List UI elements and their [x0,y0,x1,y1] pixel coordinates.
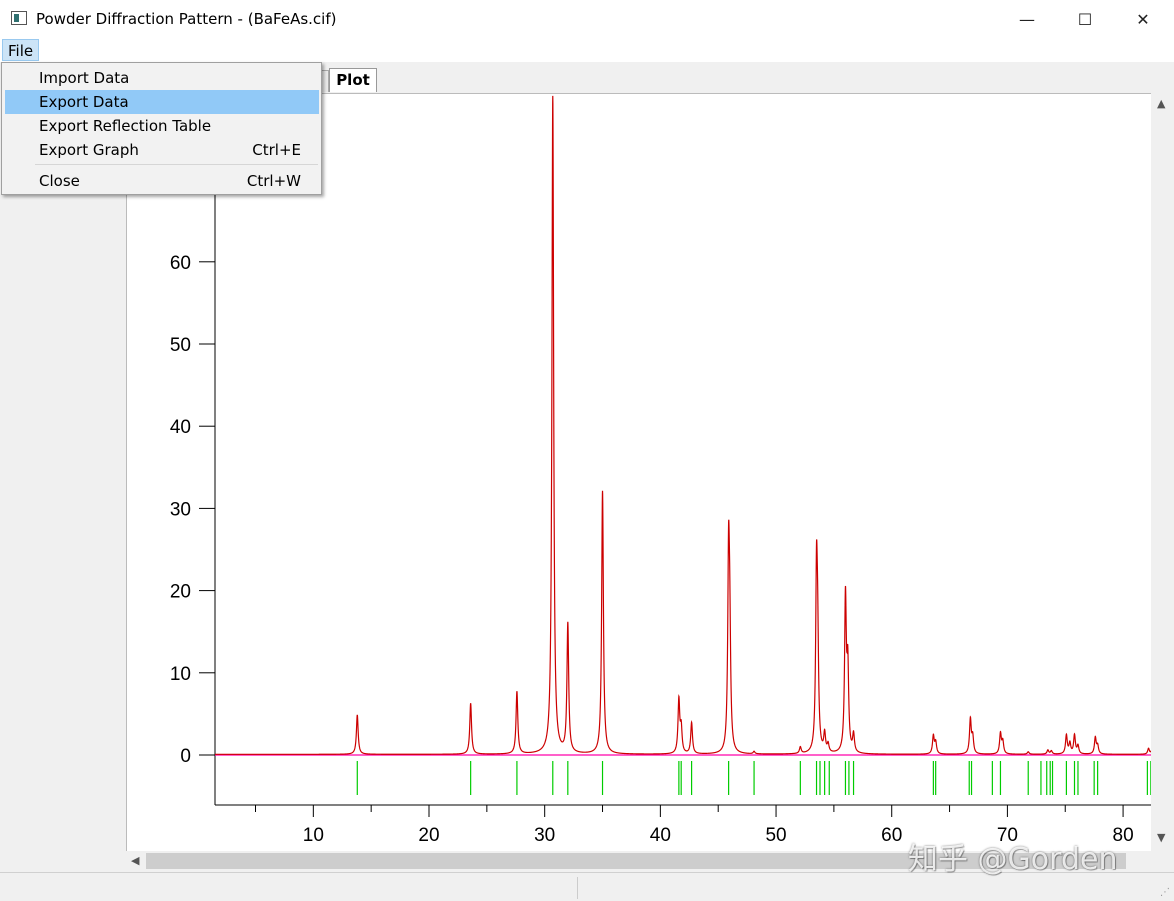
y-tick-label: 20 [170,582,191,603]
scroll-up-icon[interactable]: ▲ [1157,97,1165,110]
menu-item-import-data[interactable]: Import Data [5,66,319,90]
menu-item-export-reflection-table[interactable]: Export Reflection Table [5,114,319,138]
x-tick-label: 30 [534,825,555,846]
menu-item-label: Export Data [39,93,129,111]
maximize-icon: ☐ [1077,9,1093,29]
menu-item-export-graph[interactable]: Export Graph Ctrl+E [5,138,319,162]
x-tick-label: 20 [418,825,439,846]
plot-area: 0 10 20 30 40 50 60 10 20 30 40 50 60 70 80 [126,93,1151,851]
menu-item-shortcut: Ctrl+W [246,172,301,190]
x-tick-label: 50 [765,825,786,846]
menu-bar: File [0,38,1174,62]
app-window-icon [11,11,27,25]
y-tick-label: 40 [170,417,191,438]
x-tick-label: 60 [881,825,902,846]
diffraction-chart: 010203040506010 20 30 40 50 60 70 80 [170,94,1151,846]
x-tick-label: 10 [303,825,324,846]
minimize-icon: — [1019,9,1035,29]
watermark: 知乎 @Gorden [908,842,1118,877]
menu-item-label: Export Reflection Table [39,117,212,135]
menu-item-shortcut: Ctrl+E [252,141,301,159]
menu-item-export-data[interactable]: Export Data [5,90,319,114]
close-icon: ✕ [1136,9,1150,29]
file-menu-dropdown: Import Data Export Data Export Reflectio… [1,62,322,195]
diffraction-pattern-line [215,95,1151,755]
y-tick-label: 30 [170,499,191,520]
y-tick-label: 0 [180,746,191,767]
y-tick-label: 60 [170,253,191,274]
x-tick-label: 40 [650,825,671,846]
minimize-button[interactable]: — [998,0,1056,38]
menu-item-close[interactable]: Close Ctrl+W [5,169,319,193]
maximize-button[interactable]: ☐ [1056,0,1114,38]
menu-item-label: Import Data [39,69,130,87]
menu-item-label: Export Graph [39,141,139,159]
menu-separator [35,164,318,165]
vertical-scrollbar[interactable]: ▲ ▼ [1151,93,1173,851]
y-tick-label: 10 [170,664,191,685]
scroll-down-icon[interactable]: ▼ [1157,831,1165,844]
title-bar: Powder Diffraction Pattern - (BaFeAs.cif… [0,0,1174,38]
tab-plot[interactable]: Plot [329,68,377,92]
menu-file[interactable]: File [2,39,40,61]
status-separator [577,877,578,899]
window-title: Powder Diffraction Pattern - (BaFeAs.cif… [36,10,337,28]
y-tick-label: 50 [170,335,191,356]
resize-grip-icon[interactable]: ⋰ [1160,887,1170,898]
menu-item-label: Close [39,172,80,190]
scroll-left-icon[interactable]: ◀ [131,854,139,867]
close-button[interactable]: ✕ [1114,0,1172,38]
